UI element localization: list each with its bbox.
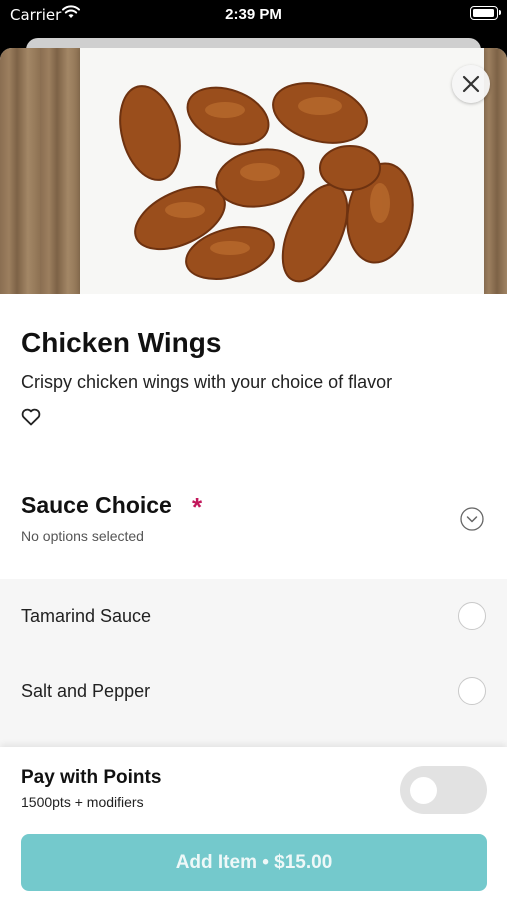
points-title: Pay with Points — [21, 767, 162, 788]
chevron-down-icon[interactable] — [460, 507, 484, 531]
option-salt-and-pepper[interactable]: Salt and Pepper — [0, 654, 507, 729]
item-photo — [0, 48, 507, 294]
required-indicator: * — [192, 492, 203, 522]
points-toggle[interactable] — [400, 766, 487, 814]
toggle-knob — [410, 777, 437, 804]
item-description: Crispy chicken wings with your choice of… — [21, 372, 393, 392]
chicken-wings-image — [119, 82, 414, 283]
radio-button[interactable] — [458, 602, 486, 630]
item-detail-sheet: Chicken Wings Crispy chicken wings with … — [0, 48, 507, 900]
item-title: Chicken Wings — [21, 327, 222, 358]
radio-button[interactable] — [458, 677, 486, 705]
close-icon — [462, 75, 480, 93]
modifier-options: Tamarind Sauce Salt and Pepper — [0, 579, 507, 747]
battery-icon — [470, 6, 501, 20]
modifier-group-title: Sauce Choice — [21, 492, 172, 518]
points-subtitle: 1500pts + modifiers — [21, 794, 144, 810]
heart-icon[interactable] — [21, 408, 41, 426]
add-item-button[interactable]: Add Item • $15.00 — [21, 834, 487, 891]
option-label: Tamarind Sauce — [21, 606, 152, 626]
status-bar: Carrier 2:39 PM — [0, 0, 507, 38]
checkout-footer: Pay with Points 1500pts + modifiers Add … — [0, 747, 507, 900]
clock: 2:39 PM — [225, 6, 282, 23]
modifier-group-status: No options selected — [21, 528, 144, 544]
close-button[interactable] — [452, 65, 490, 103]
option-label: Salt and Pepper — [21, 681, 151, 701]
option-tamarind-sauce[interactable]: Tamarind Sauce — [0, 579, 507, 654]
